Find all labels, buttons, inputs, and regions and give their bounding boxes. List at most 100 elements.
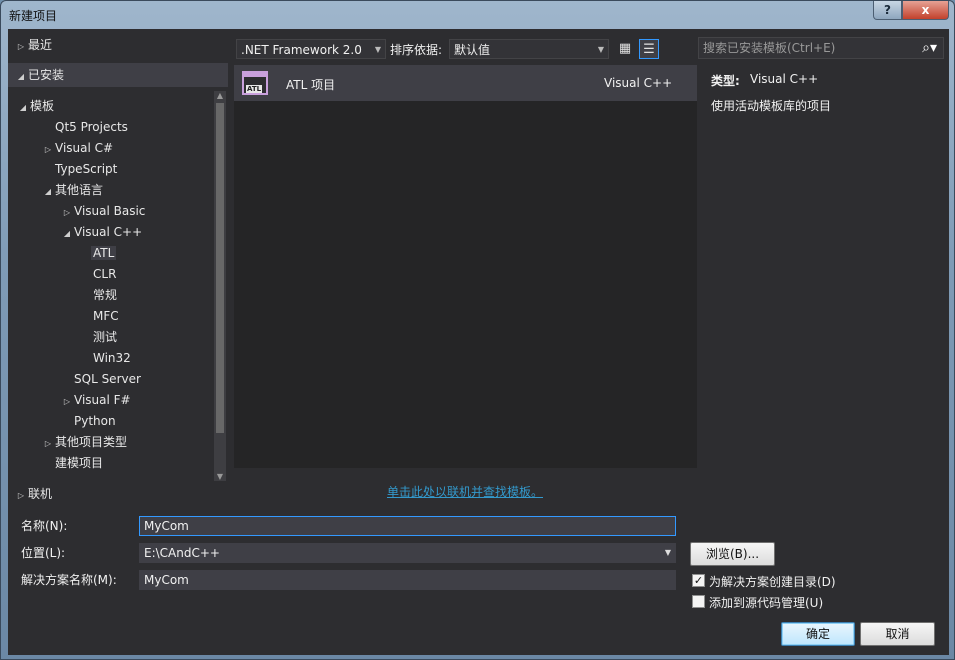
template-description: 使用活动模板库的项目 bbox=[711, 99, 832, 113]
list-view-icon[interactable]: ☰ bbox=[639, 39, 659, 59]
tree-item-general[interactable]: 常规 bbox=[93, 285, 117, 306]
template-list: ATL ATL 项目 Visual C++ bbox=[234, 65, 697, 468]
solution-name-value: MyCom bbox=[144, 573, 189, 587]
expand-arrow-icon: ▷ bbox=[63, 208, 71, 217]
name-label: 名称(N): bbox=[21, 519, 68, 533]
expand-arrow-icon: ▷ bbox=[17, 42, 25, 51]
tree-item-label: Visual C++ bbox=[74, 225, 143, 239]
atl-icon-text: ATL bbox=[246, 85, 263, 93]
collapse-arrow-icon: ◢ bbox=[63, 229, 71, 238]
template-item-atl[interactable]: ATL ATL 项目 Visual C++ bbox=[234, 65, 697, 101]
tree-scrollbar[interactable]: ▲ ▼ bbox=[214, 91, 226, 481]
search-placeholder: 搜索已安装模板(Ctrl+E) bbox=[703, 41, 836, 55]
browse-button[interactable]: 浏览(B)... bbox=[690, 542, 775, 566]
tree-item-visual-csharp[interactable]: ▷ Visual C# bbox=[41, 138, 113, 159]
template-name: ATL 项目 bbox=[286, 78, 336, 92]
name-input[interactable]: MyCom bbox=[139, 516, 676, 536]
tree-item-label: 最近 bbox=[28, 38, 53, 52]
name-input-value: MyCom bbox=[144, 519, 189, 533]
tree-scroll-thumb[interactable] bbox=[216, 103, 224, 433]
create-directory-checkbox[interactable]: ✓ bbox=[692, 574, 705, 587]
tree-item-mfc[interactable]: MFC bbox=[93, 306, 119, 327]
window-title: 新建项目 bbox=[9, 9, 58, 23]
sort-select-value: 默认值 bbox=[454, 43, 491, 57]
tree-item-win32[interactable]: Win32 bbox=[93, 348, 131, 369]
tree-item-label: 联机 bbox=[28, 487, 53, 501]
tree-item-clr[interactable]: CLR bbox=[93, 264, 116, 285]
cancel-button[interactable]: 取消 bbox=[860, 622, 935, 646]
location-input-value: E:\CAndC++ bbox=[144, 546, 220, 560]
tree-item-label: 建模项目 bbox=[55, 456, 104, 470]
tree-item-templates[interactable]: ◢ 模板 bbox=[16, 96, 54, 117]
dialog-window: 新建项目 ? x ▷ 最近 ◢ 已安装 ◢ 模板 Qt5 Projects ▷ Visu… bbox=[0, 0, 955, 660]
tree-item-label: TypeScript bbox=[55, 162, 118, 176]
online-templates-link[interactable]: 单击此处以联机并查找模板。 bbox=[387, 483, 543, 500]
tree-item-label: SQL Server bbox=[74, 372, 141, 386]
tree-item-python[interactable]: Python bbox=[74, 411, 116, 432]
chevron-down-icon: ▼ bbox=[374, 45, 381, 54]
location-label: 位置(L): bbox=[21, 546, 66, 560]
tree-item-sql-server[interactable]: SQL Server bbox=[74, 369, 141, 390]
chevron-down-icon[interactable]: ▼ bbox=[665, 544, 671, 562]
tree-item-test[interactable]: 测试 bbox=[93, 327, 117, 348]
tree-item-visual-fsharp[interactable]: ▷ Visual F# bbox=[60, 390, 131, 411]
location-input[interactable]: E:\CAndC++ ▼ bbox=[139, 543, 676, 563]
tree-item-label: Visual F# bbox=[74, 393, 131, 407]
tree-item-label: CLR bbox=[93, 267, 117, 281]
tree-item-visual-cpp[interactable]: ◢ Visual C++ bbox=[60, 222, 142, 243]
tree-item-label: Visual Basic bbox=[74, 204, 146, 218]
framework-select[interactable]: .NET Framework 2.0 ▼ bbox=[236, 39, 386, 59]
scroll-up-icon[interactable]: ▲ bbox=[214, 91, 226, 100]
tree-item-installed[interactable]: ◢ 已安装 bbox=[8, 63, 228, 87]
atl-icon: ATL bbox=[242, 71, 268, 95]
template-language: Visual C++ bbox=[604, 76, 673, 90]
type-value: Visual C++ bbox=[750, 72, 819, 86]
source-control-checkbox[interactable] bbox=[692, 595, 705, 608]
collapse-arrow-icon: ◢ bbox=[17, 72, 25, 81]
tree-item-atl[interactable]: ATL bbox=[91, 243, 117, 264]
dialog-client: ▷ 最近 ◢ 已安装 ◢ 模板 Qt5 Projects ▷ Visual C# Typ… bbox=[8, 29, 949, 655]
tree-item-typescript[interactable]: TypeScript bbox=[55, 159, 117, 180]
source-control-label: 添加到源代码管理(U) bbox=[709, 596, 824, 610]
tree-item-label: 测试 bbox=[93, 330, 118, 344]
small-icons-view-icon[interactable]: ▦ bbox=[615, 39, 635, 59]
tree-item-label: 模板 bbox=[30, 99, 55, 113]
sort-label: 排序依据: bbox=[390, 43, 443, 57]
tree-item-label: Python bbox=[74, 414, 116, 428]
collapse-arrow-icon: ◢ bbox=[44, 187, 52, 196]
tree-item-modeling[interactable]: 建模项目 bbox=[55, 453, 103, 474]
tree-item-label: 常规 bbox=[93, 288, 118, 302]
tree-item-qt5[interactable]: Qt5 Projects bbox=[55, 117, 128, 138]
chevron-down-icon: ▼ bbox=[597, 45, 604, 54]
solution-name-label: 解决方案名称(M): bbox=[21, 573, 117, 587]
template-search-input[interactable]: 搜索已安装模板(Ctrl+E) ⌕▾ bbox=[698, 37, 944, 59]
tree-item-online[interactable]: ▷ 联机 bbox=[14, 484, 52, 505]
tree-item-label: MFC bbox=[93, 309, 119, 323]
atl-icon-bar bbox=[244, 73, 266, 77]
sort-select[interactable]: 默认值 ▼ bbox=[449, 39, 609, 59]
ok-button[interactable]: 确定 bbox=[781, 622, 855, 646]
tree-item-other-project-types[interactable]: ▷ 其他项目类型 bbox=[41, 432, 127, 453]
tree-item-visual-basic[interactable]: ▷ Visual Basic bbox=[60, 201, 146, 222]
tree-item-label: Qt5 Projects bbox=[55, 120, 128, 134]
close-button[interactable]: x bbox=[902, 1, 949, 20]
scroll-down-icon[interactable]: ▼ bbox=[214, 472, 226, 481]
search-icon[interactable]: ⌕▾ bbox=[922, 38, 937, 58]
tree-item-other-languages[interactable]: ◢ 其他语言 bbox=[41, 180, 103, 201]
type-label: 类型: bbox=[711, 74, 740, 88]
solution-name-input[interactable]: MyCom bbox=[139, 570, 676, 590]
expand-arrow-icon: ▷ bbox=[17, 491, 25, 500]
expand-arrow-icon: ▷ bbox=[63, 397, 71, 406]
tree-item-label: 其他项目类型 bbox=[55, 435, 128, 449]
tree-item-label: Win32 bbox=[93, 351, 131, 365]
create-directory-label: 为解决方案创建目录(D) bbox=[709, 575, 836, 589]
tree-item-recent[interactable]: ▷ 最近 bbox=[14, 35, 52, 56]
framework-select-value: .NET Framework 2.0 bbox=[241, 43, 362, 57]
tree-item-label: 其他语言 bbox=[55, 183, 104, 197]
help-button[interactable]: ? bbox=[873, 1, 902, 20]
title-bar[interactable]: 新建项目 ? x bbox=[1, 1, 955, 29]
template-tree-panel: ▷ 最近 ◢ 已安装 ◢ 模板 Qt5 Projects ▷ Visual C# Typ… bbox=[8, 29, 228, 511]
tree-item-label: 已安装 bbox=[28, 68, 65, 82]
expand-arrow-icon: ▷ bbox=[44, 145, 52, 154]
expand-arrow-icon: ▷ bbox=[44, 439, 52, 448]
